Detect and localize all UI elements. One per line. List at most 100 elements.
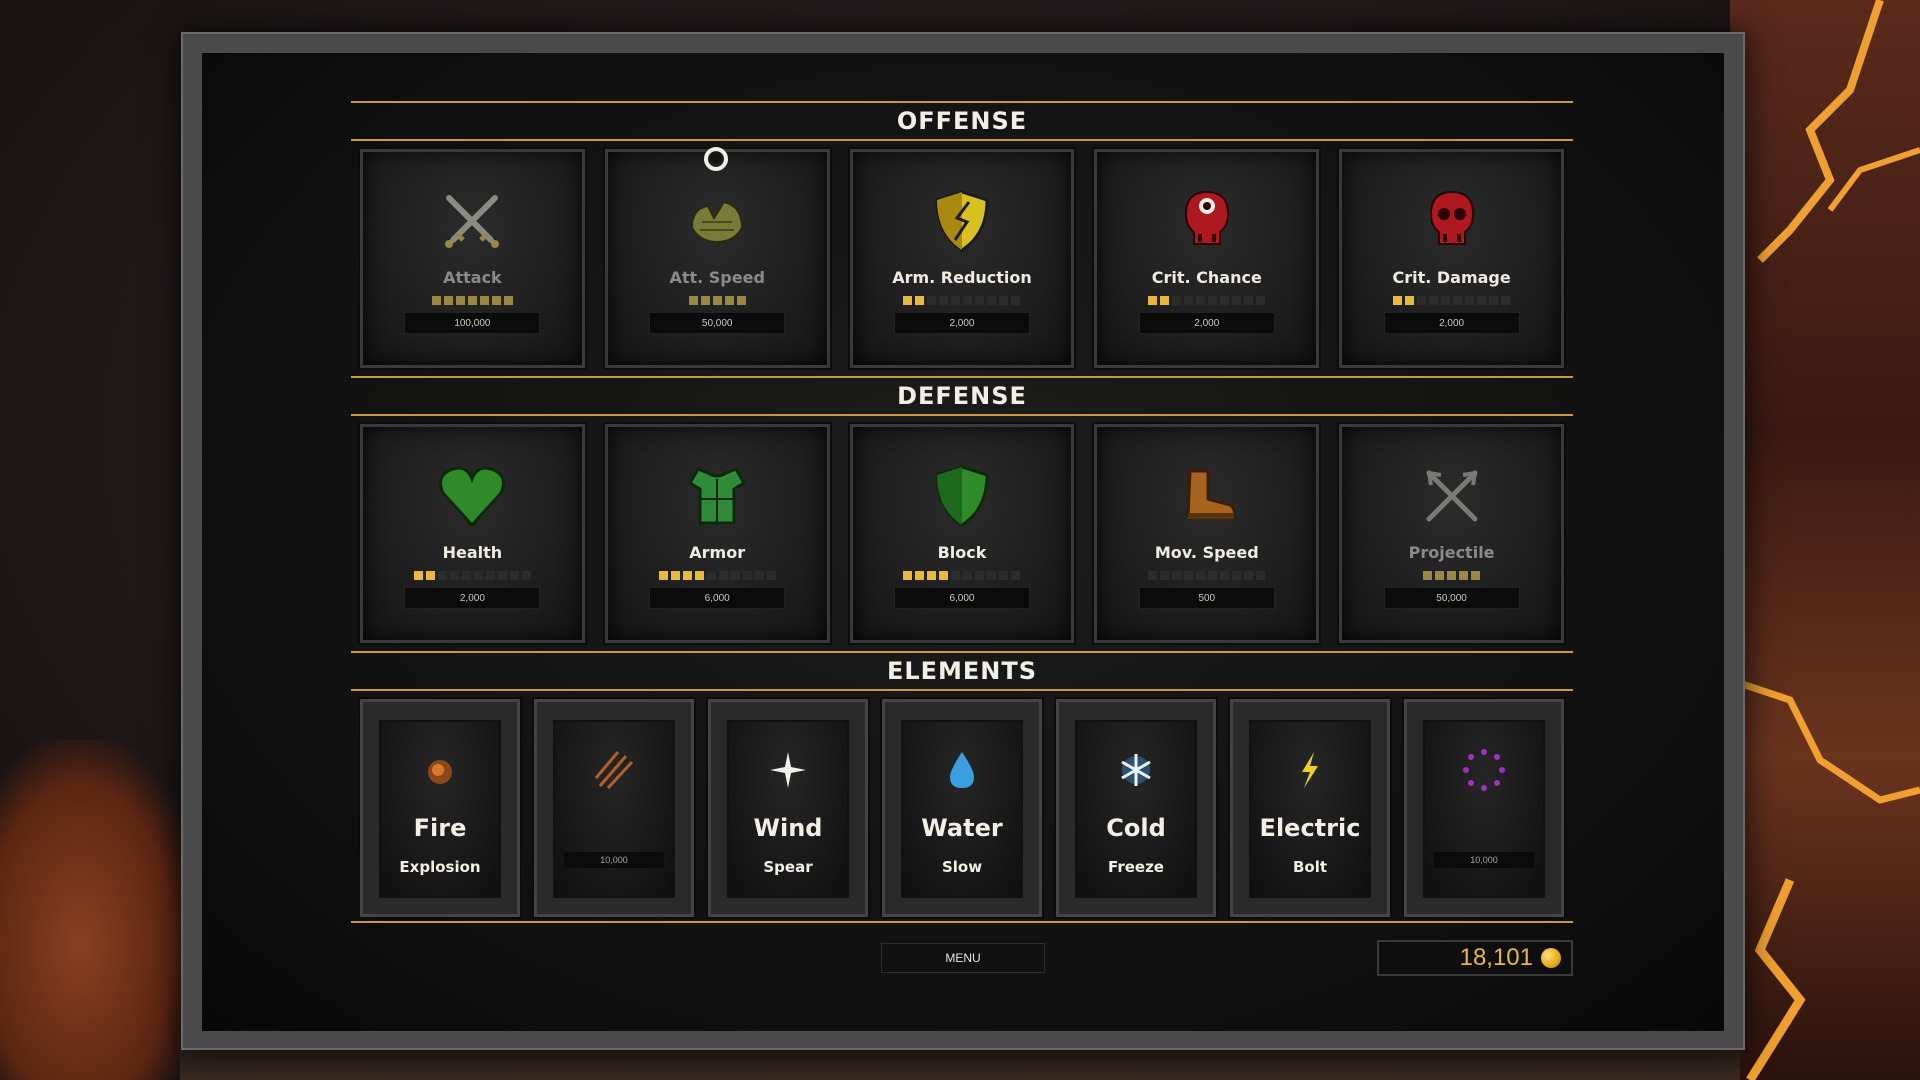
level-pips bbox=[1148, 571, 1266, 580]
level-pips bbox=[431, 296, 513, 305]
crosshair-cursor-icon bbox=[702, 145, 730, 178]
red-skull-icon bbox=[1417, 186, 1487, 256]
level-pip bbox=[712, 296, 722, 305]
level-pip bbox=[999, 571, 1009, 580]
upgrade-card-mov-speed[interactable]: Mov. Speed 500 bbox=[1092, 422, 1322, 645]
level-pip bbox=[1184, 571, 1194, 580]
level-pips bbox=[1393, 296, 1511, 305]
level-pips bbox=[903, 571, 1021, 580]
upgrade-card-attack[interactable]: Attack 100,000 bbox=[358, 147, 587, 370]
element-card-locked-claw[interactable]: 10,000 bbox=[532, 697, 696, 919]
upgrade-label: Arm. Reduction bbox=[892, 268, 1032, 287]
level-pip bbox=[503, 296, 513, 305]
level-pip bbox=[1184, 296, 1194, 305]
level-pip bbox=[1423, 571, 1433, 580]
background-creature bbox=[0, 740, 200, 1080]
level-pips bbox=[658, 571, 776, 580]
element-card-wind[interactable]: Wind Spear bbox=[706, 697, 870, 919]
upgrade-label: Projectile bbox=[1408, 543, 1495, 562]
level-pip bbox=[730, 571, 740, 580]
upgrade-label: Crit. Chance bbox=[1151, 268, 1262, 287]
upgrade-card-att-speed[interactable]: Att. Speed 50,000 bbox=[602, 147, 832, 370]
upgrade-card-crit-damage[interactable]: Crit. Damage 2,000 bbox=[1337, 147, 1566, 370]
level-pip bbox=[485, 571, 495, 580]
purple-ring-icon bbox=[1462, 748, 1506, 792]
upgrade-cost: 50,000 bbox=[1383, 587, 1520, 609]
level-pip bbox=[1208, 571, 1218, 580]
upgrade-cost: 6,000 bbox=[893, 587, 1030, 609]
claw-slash-icon bbox=[592, 748, 636, 792]
element-effect: Freeze bbox=[1108, 858, 1164, 876]
armor-vest-icon bbox=[682, 461, 752, 531]
level-pip bbox=[455, 296, 465, 305]
level-pip bbox=[1489, 296, 1499, 305]
upgrade-cost: 500 bbox=[1138, 587, 1275, 609]
element-card-water[interactable]: Water Slow bbox=[880, 697, 1044, 919]
level-pip bbox=[1196, 571, 1206, 580]
menu-button[interactable]: MENU bbox=[881, 943, 1045, 973]
level-pip bbox=[443, 296, 453, 305]
upgrade-cost: 2,000 bbox=[1383, 312, 1520, 334]
element-card-cold[interactable]: Cold Freeze bbox=[1054, 697, 1218, 919]
gold-amount: 18,101 bbox=[1459, 944, 1533, 971]
element-effect: Explosion bbox=[399, 858, 481, 876]
level-pip bbox=[951, 296, 961, 305]
upgrade-card-armor[interactable]: Armor 6,000 bbox=[602, 422, 832, 645]
elements-row: Fire Explosion 10,000 Wind Spear Water S… bbox=[351, 691, 1573, 921]
element-name: Water bbox=[921, 814, 1003, 842]
upgrade-card-block[interactable]: Block 6,000 bbox=[847, 422, 1077, 645]
element-card-locked-void[interactable]: 10,000 bbox=[1402, 697, 1566, 919]
footer: MENU 18,101 bbox=[351, 923, 1573, 983]
level-pip bbox=[939, 571, 949, 580]
upgrade-card-crit-chance[interactable]: Crit. Chance 2,000 bbox=[1092, 147, 1322, 370]
level-pip bbox=[903, 296, 913, 305]
upgrade-label: Health bbox=[442, 543, 503, 562]
element-card-fire[interactable]: Fire Explosion bbox=[358, 697, 522, 919]
background-floor bbox=[180, 1050, 1740, 1080]
level-pip bbox=[915, 296, 925, 305]
level-pip bbox=[1477, 296, 1487, 305]
level-pip bbox=[718, 571, 728, 580]
level-pip bbox=[736, 296, 746, 305]
target-skull-icon bbox=[1172, 186, 1242, 256]
level-pip bbox=[1441, 296, 1451, 305]
level-pip bbox=[413, 571, 423, 580]
level-pip bbox=[1196, 296, 1206, 305]
level-pip bbox=[431, 296, 441, 305]
boot-icon bbox=[1172, 461, 1242, 531]
upgrade-label: Armor bbox=[689, 543, 746, 562]
element-card-electric[interactable]: Electric Bolt bbox=[1228, 697, 1392, 919]
upgrade-cost: 2,000 bbox=[1138, 312, 1275, 334]
upgrade-card-projectile[interactable]: Projectile 50,000 bbox=[1337, 422, 1566, 645]
elements-header: ELEMENTS bbox=[351, 651, 1573, 691]
level-pip bbox=[1459, 571, 1469, 580]
crossed-arrows-icon bbox=[1417, 461, 1487, 531]
level-pip bbox=[1172, 571, 1182, 580]
shield-icon bbox=[927, 461, 997, 531]
level-pip bbox=[682, 571, 692, 580]
level-pip bbox=[473, 571, 483, 580]
level-pip bbox=[963, 571, 973, 580]
upgrade-card-arm-reduction[interactable]: Arm. Reduction 2,000 bbox=[847, 147, 1077, 370]
upgrade-label: Mov. Speed bbox=[1154, 543, 1259, 562]
level-pip bbox=[1148, 571, 1158, 580]
element-name: Fire bbox=[413, 814, 467, 842]
level-pip bbox=[467, 296, 477, 305]
level-pip bbox=[1435, 571, 1445, 580]
water-drop-icon bbox=[940, 748, 984, 792]
level-pip bbox=[688, 296, 698, 305]
level-pip bbox=[1011, 571, 1021, 580]
level-pip bbox=[1393, 296, 1403, 305]
level-pip bbox=[1244, 571, 1254, 580]
level-pip bbox=[951, 571, 961, 580]
level-pip bbox=[1453, 296, 1463, 305]
level-pip bbox=[766, 571, 776, 580]
upgrade-cost: 6,000 bbox=[649, 587, 786, 609]
level-pip bbox=[1429, 296, 1439, 305]
level-pip bbox=[1405, 296, 1415, 305]
upgrade-card-health[interactable]: Health 2,000 bbox=[358, 422, 587, 645]
level-pip bbox=[1232, 571, 1242, 580]
level-pip bbox=[742, 571, 752, 580]
element-name: Wind bbox=[753, 814, 823, 842]
level-pips bbox=[1423, 571, 1481, 580]
